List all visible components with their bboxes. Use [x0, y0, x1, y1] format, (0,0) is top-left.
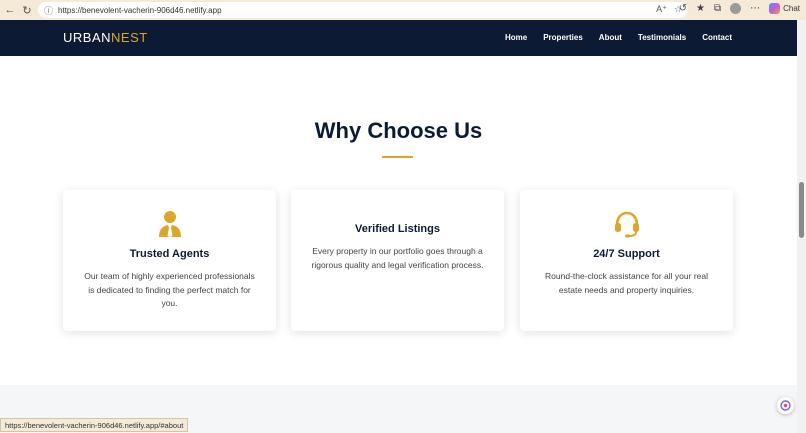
- url-text: https://benevolent-vacherin-906d46.netli…: [58, 5, 222, 15]
- assistant-icon: [780, 400, 791, 411]
- site-info-icon[interactable]: ⓘ: [44, 4, 53, 17]
- logo[interactable]: URBANNEST: [63, 30, 148, 45]
- browser-toolbar: ← ↻ ⓘ https://benevolent-vacherin-906d46…: [0, 0, 806, 20]
- profile-avatar[interactable]: [730, 3, 742, 14]
- address-bar[interactable]: ⓘ https://benevolent-vacherin-906d46.net…: [38, 2, 688, 18]
- scroll-thumb[interactable]: [799, 182, 804, 238]
- card-title: Verified Listings: [355, 223, 440, 235]
- card-title: Trusted Agents: [129, 248, 210, 260]
- more-menu-icon[interactable]: ⋯: [750, 3, 760, 14]
- page-scrollbar[interactable]: [797, 20, 806, 433]
- card-description: Our team of highly experienced professio…: [84, 271, 255, 308]
- nav-properties[interactable]: Properties: [543, 33, 583, 42]
- card-description: Round-the-clock assistance for all your …: [545, 271, 708, 295]
- floating-assistant-button[interactable]: [777, 397, 794, 414]
- copilot-icon: [769, 3, 781, 14]
- read-aloud-icon[interactable]: A⁺: [656, 4, 667, 15]
- nav-about[interactable]: About: [599, 33, 622, 42]
- nav-home[interactable]: Home: [505, 33, 527, 42]
- collections-icon[interactable]: ⧉: [714, 3, 721, 14]
- user-tie-icon: [158, 211, 181, 237]
- why-choose-us-section: Why Choose Us Trusted Agents Our team of…: [0, 56, 797, 385]
- logo-accent: NEST: [111, 30, 148, 45]
- headset-icon: [614, 211, 639, 238]
- extensions-icon[interactable]: ↺: [679, 3, 687, 14]
- link-status-bar: https://benevolent-vacherin-906d46.netli…: [0, 418, 189, 432]
- card-title: 24/7 Support: [593, 248, 660, 260]
- section-title: Why Choose Us: [314, 118, 483, 143]
- main-nav: Home Properties About Testimonials Conta…: [505, 33, 732, 42]
- feature-card-verified-listings: Verified Listings Every property in our …: [291, 190, 504, 331]
- logo-primary: URBAN: [63, 30, 112, 45]
- nav-contact[interactable]: Contact: [702, 33, 732, 42]
- feature-card-support: 24/7 Support Round-the-clock assistance …: [520, 190, 733, 331]
- copilot-chat-button[interactable]: Chat: [769, 3, 800, 14]
- feature-card-trusted-agents: Trusted Agents Our team of highly experi…: [63, 190, 276, 331]
- back-icon[interactable]: ←: [3, 3, 17, 17]
- title-divider: [382, 156, 413, 158]
- card-description: Every property in our portfolio goes thr…: [311, 246, 484, 270]
- favorites-icon[interactable]: ★: [696, 3, 705, 14]
- refresh-icon[interactable]: ↻: [20, 3, 34, 17]
- nav-testimonials[interactable]: Testimonials: [638, 33, 686, 42]
- site-header: URBANNEST Home Properties About Testimon…: [0, 20, 797, 56]
- chat-label: Chat: [783, 4, 800, 13]
